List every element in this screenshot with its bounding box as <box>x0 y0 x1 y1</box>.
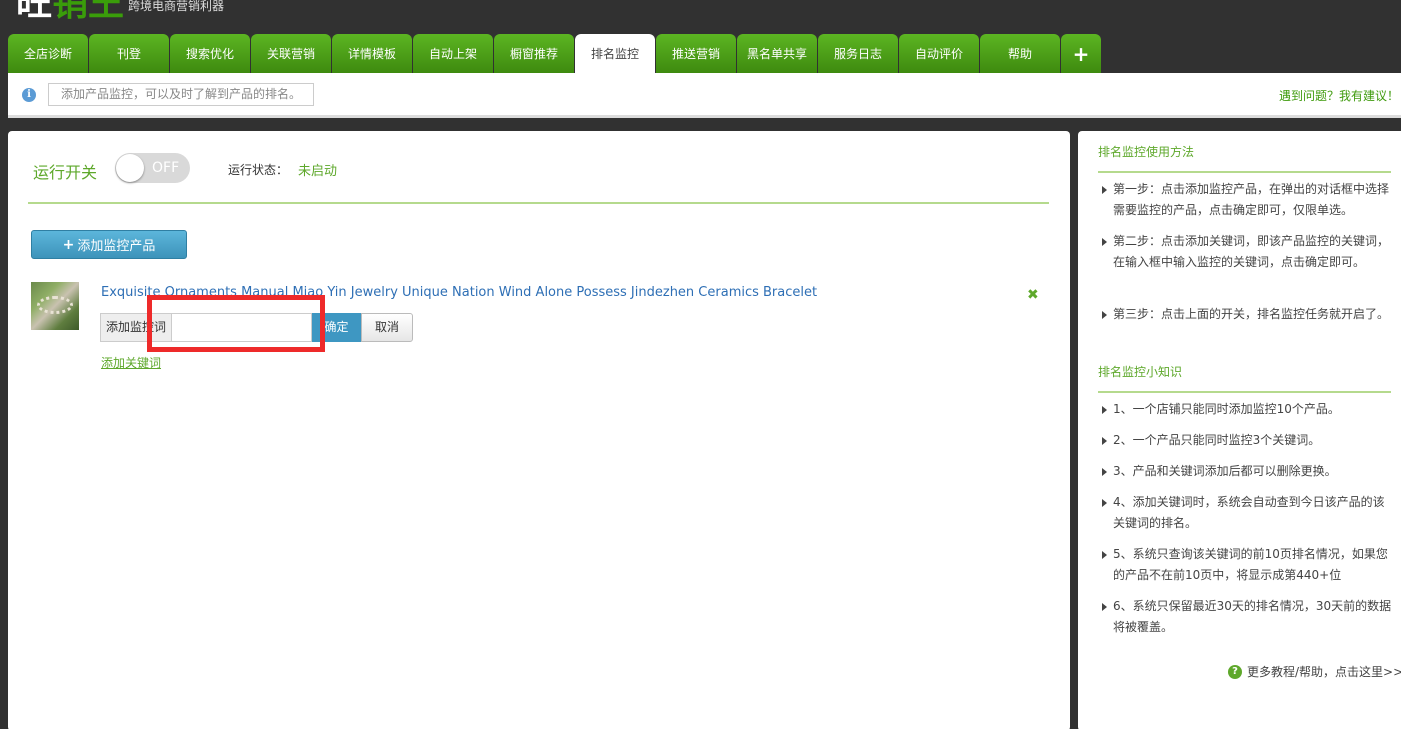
highlight-box <box>147 295 325 352</box>
toggle-state-text: OFF <box>152 160 180 176</box>
info-bar: i 添加产品监控，可以及时了解到产品的排名。 遇到问题？我有建议！ <box>8 73 1401 118</box>
add-monitor-product-label: 添加监控产品 <box>77 239 156 254</box>
app-logo: 旺销王 <box>16 0 124 22</box>
info-message: 添加产品监控，可以及时了解到产品的排名。 <box>48 83 314 106</box>
help-question-icon: ? <box>1228 664 1242 679</box>
plus-icon: + <box>62 236 75 253</box>
main-panel: 运行开关 OFF 运行状态： 未启动 + 添加监控产品 Exquisite Or… <box>8 131 1070 729</box>
toggle-knob <box>116 154 144 182</box>
tab-blacklist-share[interactable]: 黑名单共享 <box>737 34 817 73</box>
tab-add-icon[interactable]: + <box>1061 34 1101 73</box>
step-item: 第三步：点击上面的开关，排名监控任务就开启了。 <box>1102 304 1392 325</box>
add-keyword-link[interactable]: 添加关键词 <box>101 354 161 371</box>
product-thumbnail <box>31 282 79 330</box>
tab-search-optimize[interactable]: 搜索优化 <box>170 34 250 73</box>
bracelet-image <box>37 296 73 314</box>
tab-publish[interactable]: 刊登 <box>89 34 169 73</box>
tab-related-marketing[interactable]: 关联营销 <box>251 34 331 73</box>
tab-auto-review[interactable]: 自动评价 <box>899 34 979 73</box>
tip-item: 6、系统只保留最近30天的排名情况，30天前的数据将被覆盖。 <box>1102 596 1392 638</box>
app-slogan: 跨境电商营销利器 <box>128 0 225 13</box>
tip-item: 1、一个店铺只能同时添加监控10个产品。 <box>1102 399 1392 420</box>
usage-divider <box>1098 171 1391 173</box>
usage-title: 排名监控使用方法 <box>1098 145 1195 159</box>
tip-item: 5、系统只查询该关键词的前10页排名情况，如果您的产品不在前10页中，将显示成第… <box>1102 544 1392 586</box>
more-help-label: 更多教程/帮助，点击这里>> <box>1247 665 1401 679</box>
logo-text-right: 销王 <box>52 0 125 24</box>
divider <box>28 202 1049 204</box>
tips-title: 排名监控小知识 <box>1098 365 1183 379</box>
info-icon: i <box>22 88 36 102</box>
tab-help[interactable]: 帮助 <box>980 34 1060 73</box>
cancel-button[interactable]: 取消 <box>361 313 413 342</box>
logo-text-left: 旺 <box>16 0 53 24</box>
feedback-link[interactable]: 遇到问题？我有建议！ <box>1279 87 1399 104</box>
tab-window-recommend[interactable]: 橱窗推荐 <box>494 34 574 73</box>
run-status-label: 运行状态： <box>228 163 289 177</box>
tip-item: 3、产品和关键词添加后都可以删除更换。 <box>1102 461 1392 482</box>
tab-detail-template[interactable]: 详情模板 <box>332 34 412 73</box>
run-toggle[interactable]: OFF <box>115 153 190 183</box>
tips-divider <box>1098 391 1391 393</box>
main-tabs: 全店诊断 刊登 搜索优化 关联营销 详情模板 自动上架 橱窗推荐 排名监控 推送… <box>8 34 1102 73</box>
run-switch-label: 运行开关 <box>33 163 98 182</box>
help-side-panel: 排名监控使用方法 第一步：点击添加监控产品，在弹出的对话框中选择需要监控的产品，… <box>1078 131 1401 729</box>
tab-service-log[interactable]: 服务日志 <box>818 34 898 73</box>
more-help-link[interactable]: ? 更多教程/帮助，点击这里>> <box>1228 663 1401 680</box>
add-monitor-product-button[interactable]: + 添加监控产品 <box>31 230 187 259</box>
tab-rank-monitor[interactable]: 排名监控 <box>575 34 655 73</box>
tab-push-marketing[interactable]: 推送营销 <box>656 34 736 73</box>
tab-auto-listing[interactable]: 自动上架 <box>413 34 493 73</box>
tip-item: 2、一个产品只能同时监控3个关键词。 <box>1102 430 1392 451</box>
step-item: 第一步：点击添加监控产品，在弹出的对话框中选择需要监控的产品，点击确定即可，仅限… <box>1102 179 1392 221</box>
remove-product-icon[interactable]: ✖ <box>1027 287 1039 303</box>
tip-item: 4、添加关键词时，系统会自动查到今日该产品的该关键词的排名。 <box>1102 492 1392 534</box>
tab-store-diagnosis[interactable]: 全店诊断 <box>8 34 88 73</box>
run-status-value: 未启动 <box>298 164 338 179</box>
step-item: 第二步：点击添加关键词，即该产品监控的关键词，在输入框中输入监控的关键词，点击确… <box>1102 231 1392 273</box>
